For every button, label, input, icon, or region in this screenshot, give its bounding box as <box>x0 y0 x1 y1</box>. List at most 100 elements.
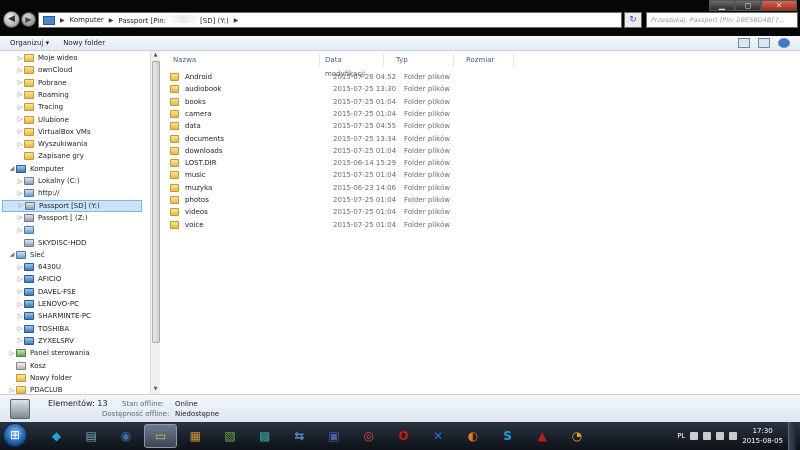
nav-item-sharminte-pc[interactable]: ▷ SHARMINTE-PC <box>16 310 91 322</box>
scroll-up-icon[interactable]: ▲ <box>151 51 160 60</box>
taskbar-save-icon[interactable]: ▣ <box>318 424 351 448</box>
view-options-icon[interactable] <box>738 38 750 48</box>
clock[interactable]: 17:30 2015-08-05 <box>742 426 783 446</box>
taskbar-thunderbird-icon[interactable]: ◉ <box>109 424 142 448</box>
language-indicator[interactable]: PL <box>677 432 685 440</box>
expand-arrow-icon[interactable]: ▷ <box>17 202 25 209</box>
nav-item-toshiba[interactable]: ▷ TOSHIBA <box>16 323 69 335</box>
expand-arrow-icon[interactable]: ◢ <box>8 251 16 258</box>
taskbar-explorer-icon[interactable]: ▭ <box>144 424 178 448</box>
expand-arrow-icon[interactable]: ▷ <box>16 104 24 111</box>
file-row[interactable]: audiobook 2015-07-25 13:30 Folder plików <box>170 83 450 95</box>
volume-icon[interactable] <box>729 432 738 440</box>
expand-arrow-icon[interactable]: ▷ <box>16 116 24 123</box>
taskbar-transfer-icon[interactable]: ⇆ <box>283 424 316 448</box>
expand-arrow-icon[interactable]: ▷ <box>16 91 24 98</box>
taskbar-files-icon[interactable]: ▦ <box>179 424 212 448</box>
taskbar-kodi-icon[interactable]: ◆ <box>40 424 73 448</box>
expand-arrow-icon[interactable]: ▷ <box>8 350 16 357</box>
close-button[interactable]: ✕ <box>761 0 797 11</box>
organize-button[interactable]: Organizuj ▾ <box>10 39 49 47</box>
file-row[interactable]: LOST.DIR 2015-06-14 15:29 Folder plików <box>170 157 450 169</box>
new-folder-button[interactable]: Nowy folder <box>63 39 105 47</box>
nav-item-nowy-folder[interactable]: Nowy folder <box>8 372 72 384</box>
nav-item-kosz[interactable]: Kosz <box>8 360 46 372</box>
forward-button[interactable]: ▶ <box>21 12 36 27</box>
file-row[interactable]: music 2015-07-25 01:04 Folder plików <box>170 169 450 181</box>
taskbar-acrobat-icon[interactable]: ▲ <box>526 424 559 448</box>
start-button[interactable]: ⊞ <box>3 423 27 447</box>
nav-item-passport-z[interactable]: ▷ Passport [ (Z:) <box>16 212 88 224</box>
taskbar-skype-icon[interactable]: S <box>491 424 524 448</box>
expand-arrow-icon[interactable]: ▷ <box>16 301 24 308</box>
nav-item-zyxelsrv[interactable]: ▷ ZYXELSRV <box>16 335 74 347</box>
minimize-button[interactable]: ▁ <box>709 0 735 11</box>
expand-arrow-icon[interactable]: ▷ <box>8 387 16 394</box>
file-row[interactable]: videos 2015-07-25 01:04 Folder plików <box>170 206 450 218</box>
breadcrumb-separator-icon[interactable]: ▶ <box>109 17 114 24</box>
expand-arrow-icon[interactable]: ▷ <box>16 313 24 320</box>
preview-pane-icon[interactable] <box>758 38 770 48</box>
scroll-thumb[interactable] <box>152 61 160 343</box>
expand-arrow-icon[interactable]: ▷ <box>16 288 24 295</box>
address-bar[interactable]: ▶ Komputer ▶ Passport [Pin: [SD] (Y:) ▶ <box>38 12 622 28</box>
expand-arrow-icon[interactable]: ◢ <box>8 165 16 172</box>
nav-item-panel-sterowania[interactable]: ▷ Panel sterowania <box>8 347 90 359</box>
taskbar-chart-icon[interactable]: ▩ <box>248 424 281 448</box>
nav-item-http[interactable]: ▷ http:// <box>16 187 59 199</box>
file-row[interactable]: camera 2015-07-25 01:04 Folder plików <box>170 108 450 120</box>
expand-arrow-icon[interactable]: ▷ <box>16 55 24 62</box>
file-row[interactable]: muzyka 2015-06-23 14:06 Folder plików <box>170 182 450 194</box>
column-header-size[interactable]: Rozmiar <box>454 53 514 67</box>
taskbar-teamviewer-icon[interactable]: ✕ <box>422 424 455 448</box>
network-icon[interactable] <box>703 432 712 440</box>
maximize-button[interactable]: ◻ <box>735 0 761 11</box>
nav-item-lokalny-c[interactable]: ▷ Lokalny (C:) <box>16 175 80 187</box>
nav-item-6430u[interactable]: ▷ 6430U <box>16 261 61 273</box>
tray-arrow-icon[interactable] <box>690 432 699 440</box>
taskbar-chrome-icon[interactable]: ◎ <box>352 424 385 448</box>
nav-item-owncloud[interactable]: ▷ ownCloud <box>16 64 72 76</box>
file-row[interactable]: downloads 2015-07-25 01:04 Folder plików <box>170 145 450 157</box>
search-input[interactable]: Przeszukaj: Passport [Pin: 2BE5BD4B] [..… <box>646 12 798 28</box>
file-row[interactable]: books 2015-07-25 01:04 Folder plików <box>170 96 450 108</box>
nav-item-komputer[interactable]: ◢ Komputer <box>8 163 64 175</box>
back-button[interactable]: ◀ <box>3 11 20 28</box>
expand-arrow-icon[interactable]: ▷ <box>16 178 24 185</box>
taskbar-opera-icon[interactable]: O <box>387 424 420 448</box>
file-row[interactable]: Android 2015-07-26 04:52 Folder plików <box>170 71 450 83</box>
help-icon[interactable] <box>778 38 790 48</box>
nav-item-virtualbox-vms[interactable]: ▷ VirtualBox VMs <box>16 126 91 138</box>
file-row[interactable]: voice 2015-07-25 01:04 Folder plików <box>170 219 450 231</box>
column-header-name[interactable]: Nazwa <box>160 53 320 67</box>
expand-arrow-icon[interactable]: ▷ <box>16 264 24 271</box>
nav-item-sie[interactable]: ◢ Sieć <box>8 249 45 261</box>
nav-item-skydisc-hdd[interactable]: SKYDISC-HDD <box>16 237 86 249</box>
nav-item-roaming[interactable]: ▷ Roaming <box>16 89 69 101</box>
nav-item-pobrane[interactable]: ▷ Pobrane <box>16 77 67 89</box>
nav-item-moje-wideo[interactable]: ▷ Moje wideo <box>16 52 78 64</box>
nav-item-lenovo-pc[interactable]: ▷ LENOVO-PC <box>16 298 79 310</box>
column-header-type[interactable]: Typ <box>384 53 454 67</box>
file-row[interactable]: documents 2015-07-25 13:34 Folder plików <box>170 133 450 145</box>
file-row[interactable]: data 2015-07-25 04:55 Folder plików <box>170 120 450 132</box>
breadcrumb-separator-icon[interactable]: ▶ <box>60 17 65 24</box>
taskbar-network-icon[interactable]: ▤ <box>75 424 108 448</box>
nav-item-ulubione[interactable]: ▷ Ulubione <box>16 114 69 126</box>
expand-arrow-icon[interactable]: ▷ <box>16 214 24 221</box>
nav-item-passport-sd-y[interactable]: ▷ Passport [SD] (Y:) <box>2 199 142 212</box>
expand-arrow-icon[interactable]: ▷ <box>16 141 24 148</box>
nav-item-zapisane-gry[interactable]: Zapisane gry <box>16 150 84 162</box>
expand-arrow-icon[interactable]: ▷ <box>16 128 24 135</box>
expand-arrow-icon[interactable]: ▷ <box>16 190 24 197</box>
expand-arrow-icon[interactable]: ▷ <box>16 276 24 283</box>
taskbar-firefox-icon[interactable]: ◐ <box>456 424 489 448</box>
file-row[interactable]: photos 2015-07-25 01:04 Folder plików <box>170 194 450 206</box>
breadcrumb-passport[interactable]: Passport [Pin: [SD] (Y:) <box>118 15 229 25</box>
nav-item-pdaclub[interactable]: ▷ PDACLUB <box>8 384 63 394</box>
expand-arrow-icon[interactable]: ▷ <box>16 337 24 344</box>
nav-scrollbar[interactable]: ▲ ▼ <box>150 51 160 394</box>
nav-item-davel-fse[interactable]: ▷ DAVEL-FSE <box>16 286 76 298</box>
taskbar-recorder-icon[interactable]: ◔ <box>561 424 594 448</box>
taskbar-notepad-icon[interactable]: ▧ <box>214 424 247 448</box>
